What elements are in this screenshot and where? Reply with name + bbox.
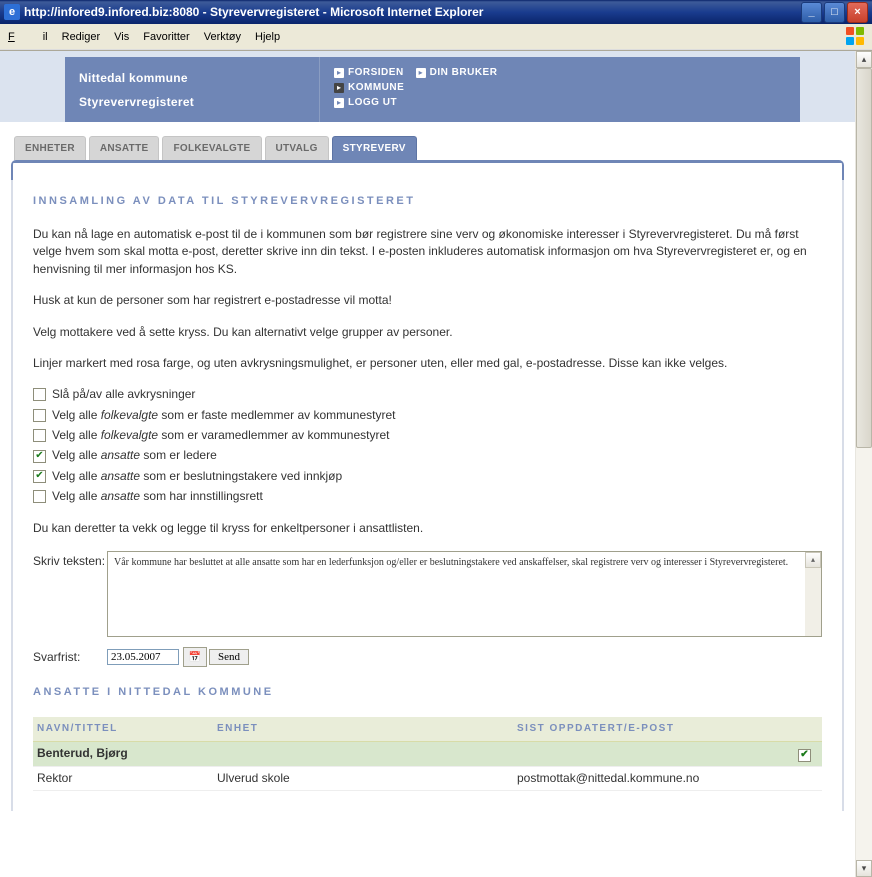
menu-fil[interactable]: Fil — [8, 31, 48, 43]
checkbox-toggle-all[interactable] — [33, 388, 46, 401]
close-button[interactable]: × — [847, 2, 868, 23]
tab-utvalg[interactable]: UTVALG — [265, 136, 329, 160]
banner-kommune: Nittedal kommune — [79, 71, 305, 85]
cell-sist: postmottak@nittedal.kommune.no — [517, 770, 798, 787]
label-skriv-teksten: Skriv teksten: — [33, 551, 107, 570]
tab-styreverv[interactable]: STYREVERV — [332, 136, 417, 160]
banner-register: Styrevervregisteret — [79, 95, 305, 109]
checkbox-folkevalgte-vara[interactable] — [33, 429, 46, 442]
email-text-textarea[interactable]: Vår kommune har besluttet at alle ansatt… — [107, 551, 822, 637]
calendar-icon: 📅 — [189, 652, 201, 663]
nav-forsiden[interactable]: FORSIDEN — [348, 67, 404, 78]
tabrow: ENHETER ANSATTE FOLKEVALGTE UTVALG STYRE… — [0, 122, 855, 160]
banner: Nittedal kommune Styrevervregisteret ▸ F… — [0, 51, 855, 122]
th-navn: NAVN/TITTEL — [37, 722, 217, 737]
viewport: Nittedal kommune Styrevervregisteret ▸ F… — [0, 50, 872, 877]
tab-enheter[interactable]: ENHETER — [14, 136, 86, 160]
windows-flag-icon — [846, 27, 866, 47]
arrow-icon: ▸ — [334, 98, 344, 108]
menubar: Fil Rediger Vis Favoritter Verktøy Hjelp — [0, 24, 872, 50]
cell-sist — [517, 745, 798, 762]
menu-vis[interactable]: Vis — [114, 31, 129, 43]
arrow-icon: ▸ — [416, 68, 426, 78]
minimize-button[interactable]: _ — [801, 2, 822, 23]
nav-loggut[interactable]: LOGG UT — [348, 97, 397, 108]
menu-favoritter[interactable]: Favoritter — [143, 31, 189, 43]
cell-enhet: Ulverud skole — [217, 770, 517, 787]
main-content: INNSAMLING AV DATA TIL STYREVERVREGISTER… — [11, 180, 844, 811]
page-content: Nittedal kommune Styrevervregisteret ▸ F… — [0, 51, 855, 877]
send-button[interactable]: Send — [209, 649, 249, 665]
menu-hjelp[interactable]: Hjelp — [255, 31, 280, 43]
th-sist: SIST OPPDATERT/E-POST — [517, 722, 798, 737]
menu-verktoy[interactable]: Verktøy — [204, 31, 241, 43]
banner-left: Nittedal kommune Styrevervregisteret — [65, 57, 320, 122]
cell-navn: Rektor — [37, 770, 217, 787]
section2-title: ANSATTE I NITTEDAL KOMMUNE — [33, 685, 822, 701]
table-row: Benterud, Bjørg — [33, 742, 822, 766]
check-label: Velg alle ansatte som er beslutningstake… — [52, 468, 342, 485]
label-svarfrist: Svarfrist: — [33, 647, 107, 666]
window-title: http://infored9.infored.biz:8080 - Styre… — [24, 5, 483, 19]
checkbox-folkevalgte-faste[interactable] — [33, 409, 46, 422]
row-checkbox[interactable] — [798, 749, 811, 762]
vertical-scrollbar[interactable]: ▴ ▾ — [855, 51, 872, 877]
tab-folkevalgte[interactable]: FOLKEVALGTE — [162, 136, 261, 160]
paragraph: Du kan nå lage en automatisk e-post til … — [33, 226, 822, 278]
textarea-scrollbar[interactable]: ▴ — [805, 552, 821, 636]
paragraph: Husk at kun de personer som har registre… — [33, 292, 822, 309]
tab-ansatte[interactable]: ANSATTE — [89, 136, 160, 160]
scroll-up-icon[interactable]: ▴ — [856, 51, 872, 68]
check-label: Velg alle folkevalgte som er faste medle… — [52, 407, 395, 424]
checkbox-ansatte-ledere[interactable] — [33, 450, 46, 463]
check-label: Velg alle ansatte som er ledere — [52, 447, 217, 464]
maximize-button[interactable]: □ — [824, 2, 845, 23]
nav-dinbruker[interactable]: DIN BRUKER — [430, 67, 498, 78]
table-header: NAVN/TITTEL ENHET SIST OPPDATERT/E-POST — [33, 717, 822, 743]
nav-kommune[interactable]: KOMMUNE — [348, 82, 404, 93]
check-label: Velg alle folkevalgte som er varamedlemm… — [52, 427, 389, 444]
check-label: Slå på/av alle avkrysninger — [52, 386, 195, 403]
section-title: INNSAMLING AV DATA TIL STYREVERVREGISTER… — [33, 194, 822, 210]
calendar-button[interactable]: 📅 — [183, 647, 207, 667]
checkbox-ansatte-innkjop[interactable] — [33, 470, 46, 483]
paragraph: Linjer markert med rosa farge, og uten a… — [33, 355, 822, 372]
arrow-icon-selected: ▸ — [334, 83, 344, 93]
svarfrist-input[interactable] — [107, 649, 179, 665]
checklist: Slå på/av alle avkrysninger Velg alle fo… — [33, 386, 822, 505]
th-enhet: ENHET — [217, 722, 517, 737]
scroll-thumb[interactable] — [856, 68, 872, 448]
check-label: Velg alle ansatte som har innstillingsre… — [52, 488, 263, 505]
arrow-icon: ▸ — [334, 68, 344, 78]
scroll-track[interactable] — [856, 68, 872, 860]
menu-rediger[interactable]: Rediger — [62, 31, 101, 43]
banner-nav: ▸ FORSIDEN ▸ DIN BRUKER ▸ KOMMUNE ▸ LOGG… — [320, 57, 800, 122]
checkbox-ansatte-innstilling[interactable] — [33, 490, 46, 503]
scroll-down-icon[interactable]: ▾ — [856, 860, 872, 877]
table-row: Rektor Ulverud skole postmottak@nittedal… — [33, 767, 822, 791]
cell-navn: Benterud, Bjørg — [37, 745, 217, 762]
tab-underline — [11, 160, 844, 180]
scroll-up-icon[interactable]: ▴ — [805, 552, 821, 568]
ie-icon: e — [4, 4, 20, 20]
paragraph: Velg mottakere ved å sette kryss. Du kan… — [33, 324, 822, 341]
window-titlebar: e http://infored9.infored.biz:8080 - Sty… — [0, 0, 872, 24]
paragraph: Du kan deretter ta vekk og legge til kry… — [33, 520, 822, 537]
cell-enhet — [217, 745, 517, 762]
